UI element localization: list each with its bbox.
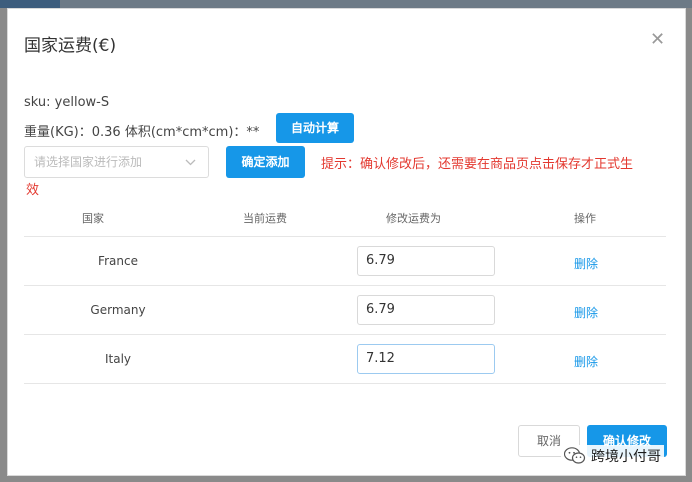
- table-divider: [24, 285, 666, 286]
- column-header-action: 操作: [574, 212, 596, 225]
- table-divider: [24, 334, 666, 335]
- delete-link[interactable]: 删除: [574, 353, 598, 370]
- row-country: Italy: [104, 352, 132, 366]
- column-header-current-fee: 当前运费: [243, 212, 287, 225]
- confirm-add-button[interactable]: 确定添加: [226, 146, 305, 178]
- watermark-text: 跨境小付哥: [591, 449, 661, 465]
- new-fee-input[interactable]: 6.79: [357, 246, 495, 276]
- watermark: 跨境小付哥: [561, 445, 664, 467]
- shipping-fee-dialog: 国家运费(€) ✕ sku: yellow-S 重量(KG)：0.36 体积(c…: [7, 8, 686, 476]
- column-header-country: 国家: [82, 212, 104, 225]
- table-divider: [24, 236, 666, 237]
- chevron-down-icon: [185, 147, 196, 177]
- tip-text: 提示：确认修改后，还需要在商品页点击保存才正式生: [321, 157, 634, 172]
- row-country: Germany: [90, 303, 146, 317]
- tip-text-continued: 效: [26, 183, 40, 198]
- delete-link[interactable]: 删除: [574, 304, 598, 321]
- column-header-new-fee: 修改运费为: [386, 212, 441, 225]
- sku-label: sku: yellow-S: [24, 95, 110, 110]
- close-icon[interactable]: ✕: [650, 29, 665, 50]
- wechat-icon: [564, 447, 586, 464]
- page-backdrop-header: [0, 0, 692, 8]
- weight-volume-label: 重量(KG)：0.36 体积(cm*cm*cm)：**: [24, 125, 260, 140]
- row-country: France: [98, 254, 138, 268]
- delete-link[interactable]: 删除: [574, 255, 598, 272]
- page-backdrop-tab: [0, 0, 60, 8]
- country-select[interactable]: 请选择国家进行添加: [24, 146, 209, 178]
- table-divider: [24, 383, 666, 384]
- dialog-title: 国家运费(€): [24, 36, 117, 56]
- country-select-placeholder: 请选择国家进行添加: [34, 155, 143, 169]
- new-fee-input[interactable]: 6.79: [357, 295, 495, 325]
- new-fee-input[interactable]: 7.12: [357, 344, 495, 374]
- auto-calculate-button[interactable]: 自动计算: [276, 113, 354, 143]
